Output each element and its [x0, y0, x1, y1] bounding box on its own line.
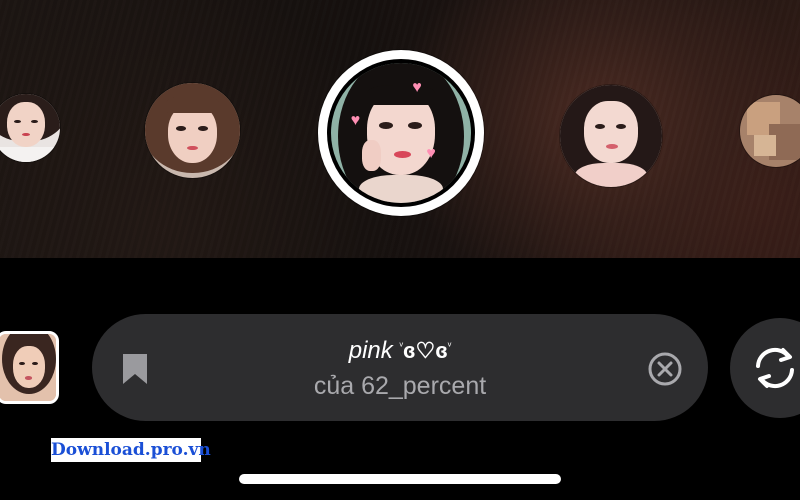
filter-info-pill: pink ᵥɞ♡ɞᵥ của 62_percent: [92, 314, 708, 421]
close-circle-icon: [648, 352, 682, 386]
filter-author[interactable]: của 62_percent: [92, 372, 708, 401]
gallery-thumbnail[interactable]: [0, 331, 59, 404]
home-indicator[interactable]: [239, 474, 561, 484]
clear-filter-button[interactable]: [648, 352, 682, 386]
flip-camera-button[interactable]: [730, 318, 800, 418]
filter-option-2[interactable]: [145, 83, 240, 178]
filter-preview-image: [0, 94, 60, 162]
filter-preview-image: [740, 95, 800, 167]
filter-option-4[interactable]: [560, 85, 662, 187]
watermark: Download.pro.vn: [51, 438, 211, 462]
filter-preview-image: [145, 83, 240, 178]
filter-title: pink ᵥɞ♡ɞᵥ: [92, 337, 708, 365]
filter-preview-image: [560, 85, 662, 187]
filter-decoration-suffix: ᵥ: [447, 337, 452, 349]
filter-decoration: ɞ♡ɞ: [403, 338, 448, 363]
gallery-thumbnail-image: [0, 334, 56, 401]
heart-sticker-icon: ♥: [426, 144, 436, 162]
filter-option-selected[interactable]: ♥ ♥ ♥: [318, 50, 484, 216]
heart-sticker-icon: ♥: [412, 78, 422, 96]
filter-option-1[interactable]: [0, 94, 60, 162]
heart-sticker-icon: ♥: [350, 112, 361, 130]
filter-name: pink: [348, 337, 393, 364]
filter-option-5[interactable]: [740, 95, 800, 167]
selected-ring: ♥ ♥ ♥: [327, 59, 475, 207]
filter-preview-image: ♥ ♥ ♥: [331, 63, 471, 203]
camera-switch-icon: [756, 347, 794, 389]
